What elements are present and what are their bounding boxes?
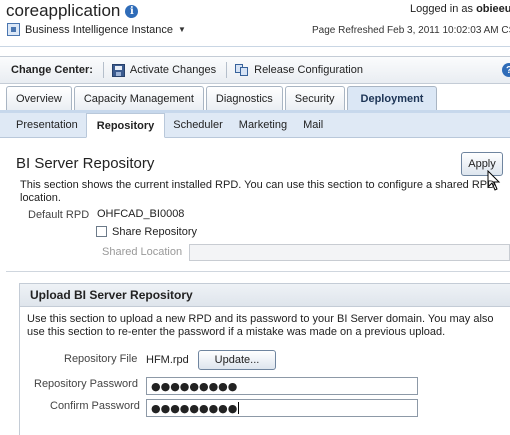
- tab-diagnostics[interactable]: Diagnostics: [205, 86, 283, 110]
- save-icon: [111, 63, 125, 77]
- subtab-presentation[interactable]: Presentation: [8, 113, 86, 137]
- text-caret: [238, 402, 240, 414]
- logged-in-user[interactable]: obieeu: [476, 3, 510, 15]
- logged-in-status: Logged in as obieeu: [410, 3, 510, 15]
- subtab-mail[interactable]: Mail: [295, 113, 331, 137]
- app-title-text: coreapplication: [6, 1, 121, 20]
- tab-overview[interactable]: Overview: [6, 86, 72, 110]
- instance-icon: [7, 23, 20, 36]
- repository-file-value: HFM.rpd: [146, 354, 189, 366]
- default-rpd-value: OHFCAD_BI0008: [97, 208, 185, 220]
- activate-changes-button[interactable]: Activate Changes: [111, 63, 217, 77]
- repository-file-label: Repository File: [64, 353, 138, 365]
- sub-tabs: Presentation Repository Scheduler Market…: [0, 113, 510, 138]
- header-divider: [0, 46, 510, 47]
- repository-password-value: ●●●●●●●●●: [151, 379, 238, 393]
- section-divider: [6, 271, 510, 272]
- confirm-password-value: ●●●●●●●●●: [151, 401, 238, 415]
- upload-section: Upload BI Server Repository Use this sec…: [19, 283, 510, 435]
- tab-deployment[interactable]: Deployment: [346, 86, 438, 110]
- shared-location-label: Shared Location: [102, 246, 183, 258]
- page-refreshed-text: Page Refreshed Feb 3, 2011 10:02:03 AM C…: [312, 25, 510, 36]
- logged-in-prefix: Logged in as: [410, 3, 473, 15]
- repository-password-input[interactable]: ●●●●●●●●●: [146, 377, 418, 395]
- upload-section-title: Upload BI Server Repository: [30, 288, 193, 302]
- change-center-bar: Change Center: Activate Changes Release …: [0, 56, 510, 84]
- repository-password-label: Repository Password: [34, 378, 138, 390]
- default-rpd-label: Default RPD: [28, 209, 90, 221]
- subtab-marketing[interactable]: Marketing: [231, 113, 295, 137]
- section-description: This section shows the current installed…: [20, 179, 496, 204]
- tab-security[interactable]: Security: [284, 86, 345, 110]
- share-repository-checkbox[interactable]: [96, 226, 107, 237]
- page-header: coreapplication i Logged in as obieeu Bu…: [0, 0, 510, 54]
- help-icon[interactable]: ?: [502, 63, 510, 77]
- section-heading: BI Server Repository: [16, 155, 155, 172]
- update-button[interactable]: Update...: [198, 350, 276, 370]
- tab-capacity-management[interactable]: Capacity Management: [73, 86, 204, 110]
- instance-menu[interactable]: Business Intelligence Instance ▼: [7, 23, 186, 36]
- release-configuration-label: Release Configuration: [254, 64, 363, 76]
- chevron-down-icon[interactable]: ▼: [178, 25, 186, 34]
- info-icon[interactable]: i: [125, 4, 139, 18]
- share-repository-label: Share Repository: [112, 226, 197, 238]
- upload-description: Use this section to upload a new RPD and…: [27, 313, 494, 338]
- activate-changes-label: Activate Changes: [129, 64, 217, 76]
- toolbar-separator: [102, 62, 104, 78]
- instance-label[interactable]: Business Intelligence Instance: [25, 24, 173, 36]
- change-center-label: Change Center:: [11, 64, 93, 76]
- release-configuration-button[interactable]: Release Configuration: [235, 63, 363, 77]
- confirm-password-label: Confirm Password: [50, 400, 140, 412]
- confirm-password-input[interactable]: ●●●●●●●●●: [146, 399, 418, 417]
- app-title: coreapplication i: [6, 1, 139, 21]
- release-icon: [235, 63, 249, 77]
- main-tabs: Overview Capacity Management Diagnostics…: [6, 86, 438, 110]
- subtab-repository[interactable]: Repository: [85, 113, 166, 138]
- subtab-scheduler[interactable]: Scheduler: [165, 113, 231, 137]
- toolbar-separator: [226, 62, 228, 78]
- shared-location-input[interactable]: [189, 244, 510, 261]
- upload-section-header: Upload BI Server Repository: [20, 284, 510, 307]
